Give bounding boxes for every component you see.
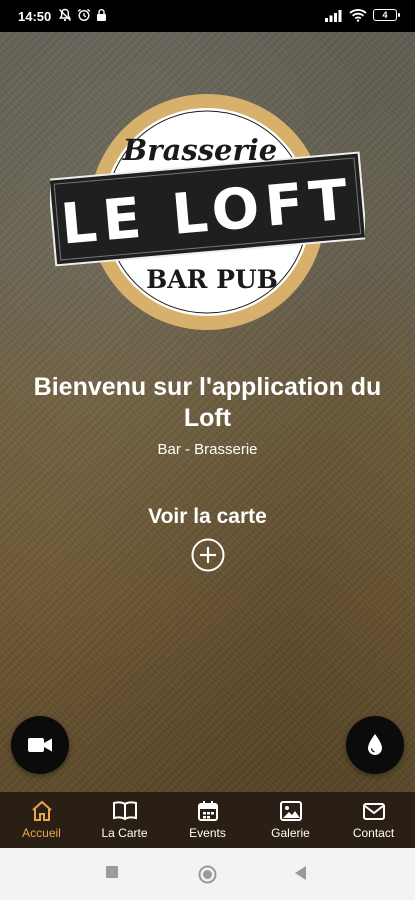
status-right-icons: 4 bbox=[325, 8, 400, 22]
status-bar: 14:50 4 bbox=[0, 0, 415, 32]
brand-logo: LE LOFT Brasserie BAR PUB bbox=[47, 90, 368, 335]
nav-item-events[interactable]: Events bbox=[166, 792, 249, 848]
nav-label-contact: Contact bbox=[352, 826, 395, 840]
battery-level: 4 bbox=[382, 9, 388, 20]
drop-fab-button[interactable] bbox=[346, 716, 404, 774]
signal-icon bbox=[325, 9, 342, 22]
home-icon bbox=[31, 800, 52, 821]
app-screen: 14:50 4 LE LOFT Brasserie BAR PUB Bienve… bbox=[0, 0, 415, 900]
battery-icon: 4 bbox=[373, 9, 400, 21]
home-button-icon[interactable] bbox=[198, 865, 217, 884]
nav-item-contact[interactable]: Contact bbox=[332, 792, 415, 848]
mail-icon bbox=[362, 803, 385, 820]
nav-label-galerie: Galerie bbox=[271, 826, 310, 840]
nav-item-accueil[interactable]: Accueil bbox=[0, 792, 83, 848]
image-icon bbox=[279, 801, 302, 821]
nav-label-la-carte: La Carte bbox=[101, 826, 148, 840]
logo-bottom-text: BAR PUB bbox=[146, 265, 278, 294]
logo-top-text: Brasserie bbox=[122, 133, 277, 167]
video-camera-icon bbox=[28, 738, 52, 752]
view-menu-link[interactable]: Voir la carte bbox=[0, 505, 415, 529]
muted-bell-icon bbox=[58, 8, 72, 22]
calendar-icon bbox=[197, 801, 218, 821]
book-icon bbox=[112, 801, 137, 821]
plus-circle-icon bbox=[191, 538, 225, 572]
status-time: 14:50 bbox=[18, 9, 52, 24]
bottom-navigation: Accueil La Carte Events Galerie Contact bbox=[0, 792, 415, 848]
welcome-title: Bienvenu sur l'application du Loft bbox=[33, 373, 382, 432]
wifi-icon bbox=[349, 9, 367, 22]
view-menu-plus-button[interactable] bbox=[191, 538, 225, 572]
nav-label-accueil: Accueil bbox=[22, 826, 61, 840]
nav-label-events: Events bbox=[189, 826, 226, 840]
back-button-icon[interactable] bbox=[293, 865, 307, 881]
welcome-subtitle: Bar - Brasserie bbox=[157, 441, 258, 458]
status-left-icons bbox=[58, 8, 107, 22]
recent-apps-icon[interactable] bbox=[105, 865, 119, 879]
system-navigation-bar bbox=[0, 848, 415, 900]
nav-item-galerie[interactable]: Galerie bbox=[249, 792, 332, 848]
alarm-icon bbox=[77, 8, 91, 22]
lock-icon bbox=[97, 9, 106, 21]
water-drop-icon bbox=[368, 734, 382, 755]
video-fab-button[interactable] bbox=[11, 716, 69, 774]
nav-item-la-carte[interactable]: La Carte bbox=[83, 792, 166, 848]
